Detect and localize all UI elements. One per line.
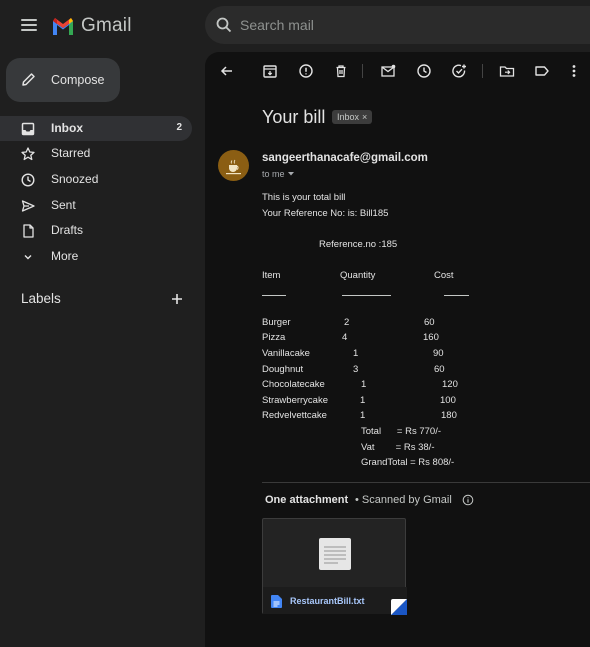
compose-label: Compose (51, 73, 105, 87)
label-icon[interactable] (532, 61, 552, 81)
search-bar[interactable]: Search mail (205, 6, 590, 44)
bill-item-name: Burger (262, 317, 291, 328)
top-bar: Gmail Search mail (0, 0, 590, 52)
sidebar-item-inbox[interactable]: Inbox 2 (0, 116, 192, 141)
column-underline (262, 295, 286, 296)
gmail-logo-text: Gmail (81, 15, 132, 36)
email-subject: Your bill (262, 107, 326, 127)
column-header-item: Item (262, 270, 281, 281)
bill-item-qty: 2 (344, 317, 350, 328)
snooze-clock-icon[interactable] (414, 61, 434, 81)
attachment-divider (262, 482, 590, 483)
bill-item-qty: 1 (360, 410, 366, 421)
attachment-heading: One attachment (265, 494, 349, 506)
bill-item-name: Pizza (262, 332, 286, 343)
bill-total: Total = Rs 770/- (361, 426, 441, 437)
bill-item-name: Chocolatecake (262, 379, 325, 390)
column-underline (342, 295, 391, 296)
bill-item-cost: 90 (433, 348, 444, 359)
sidebar-item-label: Sent (51, 198, 76, 212)
sidebar-item-label: Inbox (51, 121, 83, 135)
chip-label: Inbox (337, 112, 360, 122)
bill-item-name: Redvelvettcake (262, 410, 327, 421)
column-underline (444, 295, 469, 296)
sidebar-item-more[interactable]: More (0, 244, 192, 269)
labels-heading: Labels (21, 291, 61, 306)
report-spam-icon[interactable] (296, 61, 316, 81)
scan-note: • Scanned by Gmail (355, 494, 452, 506)
search-icon[interactable] (215, 16, 233, 34)
bill-item-cost: 160 (423, 332, 439, 343)
sender-email[interactable]: sangeerthanacafe@gmail.com (262, 152, 428, 164)
bill-vat: Vat = Rs 38/- (361, 442, 435, 453)
bill-item-name: Vanillacake (262, 348, 310, 359)
recipient-details[interactable]: to me (262, 169, 295, 179)
send-icon (21, 200, 35, 212)
bill-item-cost: 60 (434, 364, 445, 375)
page-corner-fold-icon (391, 599, 407, 615)
column-header-quantity: Quantity (340, 270, 376, 281)
attachment-filename: RestaurantBill.txt (290, 596, 365, 606)
back-arrow-icon[interactable] (217, 61, 237, 81)
bill-item-qty: 4 (342, 332, 348, 343)
sidebar-item-snoozed[interactable]: Snoozed (0, 167, 192, 192)
main-menu-icon[interactable] (18, 15, 40, 37)
body-intro: This is your total bill (262, 192, 346, 203)
info-icon[interactable] (462, 494, 474, 506)
pencil-icon (22, 73, 35, 86)
bill-item-cost: 100 (440, 395, 456, 406)
inbox-label-chip[interactable]: Inbox × (332, 110, 373, 124)
sidebar: Compose Inbox 2 Starred Snoozed Sent Dra… (0, 52, 205, 647)
compose-button[interactable]: Compose (6, 58, 120, 102)
attachment-card[interactable]: RestaurantBill.txt (262, 518, 407, 615)
bill-item-qty: 1 (353, 348, 359, 359)
column-header-cost: Cost (434, 270, 454, 281)
body-reference-no: Reference.no :185 (319, 239, 398, 250)
add-task-icon[interactable] (449, 61, 469, 81)
bill-item-cost: 120 (442, 379, 458, 390)
bill-item-cost: 60 (424, 317, 435, 328)
bill-item-qty: 1 (361, 379, 367, 390)
bill-grand-total: GrandTotal = Rs 808/- (361, 457, 455, 468)
sidebar-item-label: More (51, 249, 79, 263)
remove-label-icon[interactable]: × (362, 112, 367, 122)
cafe-logo-icon (226, 159, 241, 175)
attachment-footer: RestaurantBill.txt (263, 587, 407, 614)
bill-item-name: Doughnut (262, 364, 304, 375)
draft-icon (23, 224, 34, 238)
document-thumbnail-icon (319, 538, 351, 570)
gmail-m-icon (53, 18, 73, 35)
chevron-down-icon (24, 255, 32, 260)
caret-down-icon (288, 172, 295, 176)
inbox-count-badge: 2 (176, 122, 182, 133)
clock-icon (21, 173, 35, 187)
toolbar-divider (362, 64, 363, 78)
sidebar-item-sent[interactable]: Sent (0, 193, 192, 218)
toolbar-divider (482, 64, 483, 78)
to-me-label: to me (262, 169, 285, 179)
inbox-icon (21, 122, 35, 136)
text-file-icon (271, 595, 282, 608)
bill-item-qty: 1 (360, 395, 366, 406)
mark-unread-icon[interactable] (378, 61, 398, 81)
sender-avatar[interactable] (218, 150, 249, 181)
star-icon (21, 147, 35, 161)
bill-item-qty: 3 (353, 364, 359, 375)
sidebar-item-label: Starred (51, 146, 91, 160)
more-options-icon[interactable] (564, 61, 584, 81)
gmail-logo[interactable]: Gmail (51, 15, 132, 37)
archive-icon[interactable] (260, 61, 280, 81)
sidebar-item-label: Snoozed (51, 172, 99, 186)
move-to-icon[interactable] (497, 61, 517, 81)
body-reference-line: Your Reference No: is: Bill185 (262, 208, 389, 219)
sidebar-item-label: Drafts (51, 223, 84, 237)
search-input[interactable]: Search mail (240, 17, 314, 33)
bill-item-name: Strawberrycake (262, 395, 328, 406)
sidebar-item-drafts[interactable]: Drafts (0, 218, 192, 243)
bill-item-cost: 180 (441, 410, 457, 421)
sidebar-item-starred[interactable]: Starred (0, 141, 192, 166)
message-view: Your bill Inbox × sangeerthanacafe@gmail.… (205, 52, 590, 647)
add-label-icon[interactable] (170, 292, 184, 306)
delete-icon[interactable] (331, 61, 351, 81)
